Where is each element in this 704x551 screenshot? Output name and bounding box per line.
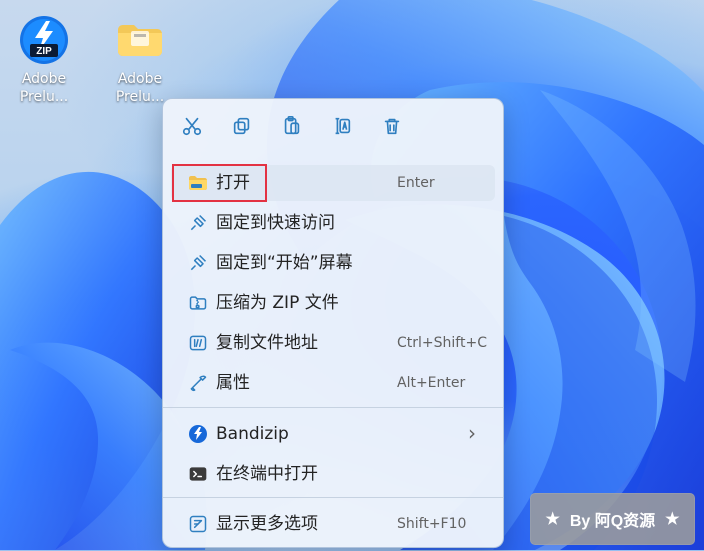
menu-item-show-more-options[interactable]: 显示更多选项 Shift+F10 (171, 506, 495, 542)
menu-divider (163, 497, 503, 498)
folder-icon (112, 12, 168, 68)
shortcut-text: Alt+Enter (397, 375, 466, 391)
quick-actions-bar (163, 99, 503, 157)
shortcut-text: Shift+F10 (397, 516, 467, 532)
menu-item-label: 压缩为 ZIP 文件 (216, 293, 339, 313)
svg-text:ZIP: ZIP (36, 46, 52, 57)
cut-button[interactable] (175, 111, 209, 145)
archive-folder-icon (188, 293, 208, 313)
pin-icon (188, 213, 208, 233)
menu-item-label: 固定到“开始”屏幕 (216, 253, 353, 273)
bandizip-icon (188, 424, 208, 444)
desktop-item-label: Adobe Prelu... (115, 71, 165, 105)
menu-item-label: Bandizip (216, 424, 289, 444)
menu-item-pin-quick-access[interactable]: 固定到快速访问 (171, 205, 495, 241)
desktop-item-label: Adobe Prelu... (19, 71, 69, 105)
menu-item-compress-zip[interactable]: 压缩为 ZIP 文件 (171, 285, 495, 321)
wrench-icon (188, 373, 208, 393)
trash-icon (381, 115, 403, 141)
zip-icon: ZIP (16, 12, 72, 68)
annotation-highlight (172, 164, 267, 202)
menu-item-open-terminal[interactable]: 在终端中打开 (171, 456, 495, 492)
menu-item-label: 在终端中打开 (216, 464, 318, 484)
rename-icon (331, 115, 353, 141)
menu-item-pin-start[interactable]: 固定到“开始”屏幕 (171, 245, 495, 281)
paste-icon (281, 115, 303, 141)
desktop-item-folder[interactable]: Adobe Prelu... (110, 12, 170, 106)
menu-item-label: 属性 (216, 373, 250, 393)
paste-button[interactable] (275, 111, 309, 145)
menu-item-properties[interactable]: 属性 Alt+Enter (171, 365, 495, 401)
star-icon: ★ (545, 511, 560, 528)
shortcut-text: Ctrl+Shift+C (397, 335, 487, 351)
pin-icon (188, 253, 208, 273)
copy-icon (231, 115, 253, 141)
desktop-item-zip[interactable]: ZIP Adobe Prelu... (14, 12, 74, 106)
copy-button[interactable] (225, 111, 259, 145)
terminal-icon (188, 464, 208, 484)
delete-button[interactable] (375, 111, 409, 145)
menu-item-copy-path[interactable]: 复制文件地址 Ctrl+Shift+C (171, 325, 495, 361)
menu-divider (163, 407, 503, 408)
more-options-icon (188, 514, 208, 534)
shortcut-text: Enter (397, 175, 435, 191)
menu-item-label: 复制文件地址 (216, 333, 318, 353)
menu-item-bandizip[interactable]: Bandizip › (171, 416, 495, 452)
scissors-icon (181, 115, 203, 141)
star-icon: ★ (665, 511, 680, 528)
menu-item-label: 显示更多选项 (216, 514, 318, 534)
rename-button[interactable] (325, 111, 359, 145)
menu-item-label: 固定到快速访问 (216, 213, 335, 233)
chevron-right-icon: › (468, 421, 476, 445)
watermark-text: By 阿Q资源 (569, 513, 656, 530)
watermark-badge: ★ By 阿Q资源 ★ (530, 493, 695, 545)
path-icon (188, 333, 208, 353)
